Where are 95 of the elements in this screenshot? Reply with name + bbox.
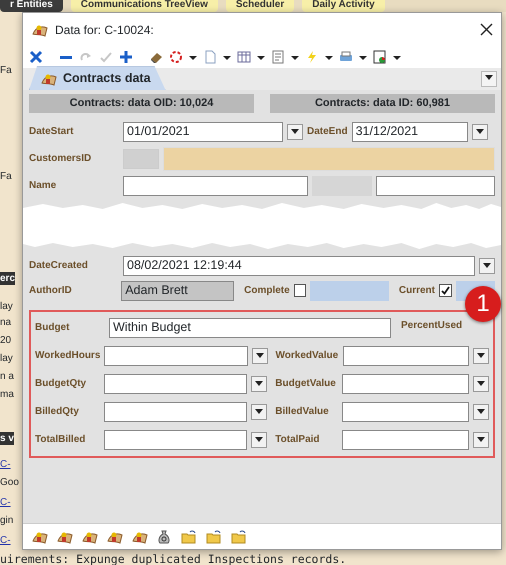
background-text: Fa — [0, 170, 12, 183]
window-title: Data for: C-10024: — [55, 22, 154, 38]
printer-button[interactable] — [339, 50, 367, 64]
close-button[interactable] — [480, 23, 493, 36]
plus-button[interactable] — [119, 50, 133, 64]
cancel-button[interactable] — [29, 50, 43, 64]
field-label: DateStart — [29, 125, 74, 139]
number-field[interactable] — [104, 430, 248, 450]
tab[interactable]: Contracts data — [29, 66, 166, 90]
background-tab[interactable]: Daily Activity — [302, 0, 385, 12]
page-button[interactable] — [203, 50, 231, 64]
field-label: DateCreated — [29, 259, 89, 273]
dropdown-button[interactable] — [287, 124, 303, 140]
short-name-field[interactable] — [376, 176, 495, 196]
background-tab[interactable]: Communications TreeView — [70, 0, 218, 12]
callout-number: 1 — [465, 286, 501, 322]
eraser-button[interactable] — [149, 50, 163, 64]
number-field[interactable] — [342, 374, 469, 394]
background-heading: s v — [0, 432, 14, 445]
field-label: CustomersID — [29, 152, 92, 166]
field-label: Budget — [35, 321, 70, 335]
date-field[interactable]: 01/01/2021 — [123, 122, 283, 142]
field-label: PercentUsed — [401, 318, 462, 332]
customer-field[interactable] — [163, 146, 495, 170]
background-tab[interactable]: r Entities — [0, 0, 63, 12]
field-label: Complete — [244, 284, 290, 298]
dropdown-button[interactable] — [251, 432, 268, 448]
refresh-icon — [169, 50, 183, 64]
document-icon — [271, 50, 285, 64]
cancel-icon — [29, 50, 43, 64]
field-label: Current — [398, 284, 435, 298]
number-field[interactable] — [342, 346, 469, 366]
field-label: WorkedHours — [35, 349, 100, 363]
page-icon — [203, 50, 217, 64]
lightning-icon — [305, 50, 319, 64]
background-text: ma — [0, 388, 14, 401]
dropdown-button[interactable] — [473, 348, 489, 364]
background-heading: erc — [0, 272, 16, 285]
field-label: DateEnd — [307, 125, 348, 139]
eraser-icon — [149, 50, 163, 64]
field-label: WorkedValue — [276, 349, 338, 363]
number-field[interactable] — [104, 402, 248, 422]
dropdown-button[interactable] — [251, 404, 268, 420]
number-field[interactable] — [104, 374, 248, 394]
tab-menu-button[interactable] — [481, 71, 497, 87]
budget-field[interactable]: Within Budget — [109, 318, 391, 338]
number-field[interactable] — [104, 346, 248, 366]
background-text: gin — [0, 514, 14, 527]
dropdown-button[interactable] — [251, 376, 268, 392]
table-button[interactable] — [237, 50, 265, 64]
author-field: Adam Brett — [121, 280, 234, 300]
field-label: BilledValue — [275, 405, 330, 419]
background-text: Goo — [0, 476, 19, 489]
name-field[interactable] — [123, 176, 308, 196]
background-link[interactable]: C- — [0, 458, 11, 471]
background-tab[interactable]: Scheduler — [226, 0, 294, 12]
date-field[interactable]: 08/02/2021 12:19:44 — [123, 256, 475, 276]
field-label: TotalPaid — [275, 433, 321, 447]
refresh-button[interactable] — [169, 50, 197, 64]
chart-icon — [373, 50, 387, 64]
dropdown-button[interactable] — [473, 404, 489, 420]
dropdown-button[interactable] — [473, 376, 489, 392]
checkbox[interactable] — [294, 284, 306, 297]
number-field[interactable] — [342, 402, 469, 422]
checkmark-icon — [99, 50, 113, 64]
dropdown-button[interactable] — [479, 258, 495, 274]
printer-icon — [339, 50, 353, 64]
field-label: BilledQty — [35, 405, 80, 419]
document-button[interactable] — [271, 50, 299, 64]
background-text: Fa — [0, 64, 12, 77]
dropdown-button[interactable] — [472, 124, 488, 140]
background-text: lay — [0, 352, 13, 365]
header-bar: Contracts: data ID: 60,981 — [270, 94, 495, 112]
dropdown-button[interactable] — [252, 348, 268, 364]
header-bar: Contracts: data OID: 10,024 — [29, 94, 254, 112]
date-field[interactable]: 31/12/2021 — [352, 122, 468, 142]
background-text: lay — [0, 300, 13, 313]
checkbox[interactable] — [439, 284, 452, 297]
field-label: TotalBilled — [35, 433, 86, 447]
number-field[interactable] — [342, 430, 469, 450]
table-icon — [237, 50, 251, 64]
field-label: BudgetValue — [275, 377, 337, 391]
field-label: BudgetQty — [35, 377, 88, 391]
field-label: AuthorID — [29, 284, 73, 298]
dropdown-button[interactable] — [473, 432, 489, 448]
background-text: 20 — [0, 334, 12, 347]
background-link[interactable]: C- — [0, 496, 11, 509]
chart-button[interactable] — [373, 50, 401, 64]
lightning-button[interactable] — [305, 50, 333, 64]
field-label: Name — [29, 179, 58, 193]
plus-icon — [119, 50, 133, 64]
close-icon — [480, 23, 493, 36]
background-link[interactable]: C- — [0, 534, 11, 547]
background-text: n a — [0, 370, 14, 383]
background-text: na — [0, 316, 12, 329]
